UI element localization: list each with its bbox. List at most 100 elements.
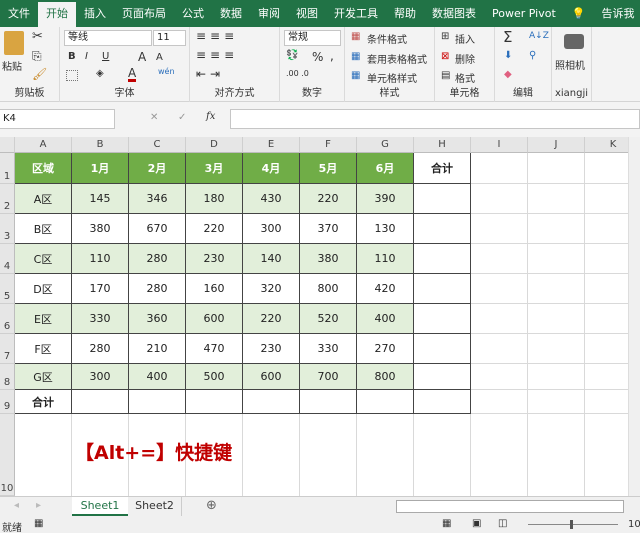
cell[interactable]: 210 xyxy=(129,334,186,364)
cell[interactable]: 400 xyxy=(357,304,414,334)
zoom-slider-thumb[interactable] xyxy=(570,520,573,529)
cell[interactable] xyxy=(528,334,585,364)
cell[interactable]: 390 xyxy=(357,184,414,214)
normal-view-icon[interactable]: ▦ xyxy=(442,518,451,529)
delete-cells-button[interactable]: 删除 xyxy=(455,51,475,66)
cell[interactable]: 430 xyxy=(243,184,300,214)
cell[interactable]: 330 xyxy=(300,334,357,364)
vertical-align-icons[interactable]: ≡≡≡ xyxy=(196,29,238,43)
cell[interactable] xyxy=(471,334,528,364)
menu-tab[interactable]: 审阅 xyxy=(250,0,288,27)
column-header[interactable]: B xyxy=(72,137,129,153)
cell[interactable] xyxy=(528,214,585,244)
cell[interactable] xyxy=(414,390,471,414)
menu-tab[interactable]: 页面布局 xyxy=(114,0,174,27)
insert-cells-button[interactable]: 插入 xyxy=(455,31,475,46)
menu-tab[interactable]: 插入 xyxy=(76,0,114,27)
cell[interactable]: F区 xyxy=(15,334,72,364)
cell[interactable]: 合计 xyxy=(15,390,72,414)
table-header-cell[interactable]: 5月 xyxy=(300,153,357,184)
column-header[interactable]: D xyxy=(186,137,243,153)
cell[interactable]: 220 xyxy=(186,214,243,244)
currency-icon[interactable]: 💱 xyxy=(286,50,298,61)
cell[interactable] xyxy=(414,304,471,334)
column-header[interactable]: C xyxy=(129,137,186,153)
row-header[interactable]: 10 xyxy=(0,414,15,496)
row-header[interactable]: 4 xyxy=(0,244,15,274)
cell[interactable]: 280 xyxy=(129,244,186,274)
cell[interactable] xyxy=(528,274,585,304)
cell[interactable]: 300 xyxy=(72,364,129,390)
cell[interactable] xyxy=(72,390,129,414)
border-icon[interactable] xyxy=(66,70,78,81)
cell[interactable]: 470 xyxy=(186,334,243,364)
table-header-cell[interactable]: 区域 xyxy=(15,153,72,184)
cell[interactable] xyxy=(585,304,628,334)
autosum-button[interactable]: Σ xyxy=(503,28,512,46)
font-name-select[interactable]: 等线 xyxy=(64,30,152,46)
cell[interactable] xyxy=(243,414,300,496)
row-header[interactable]: 5 xyxy=(0,274,15,304)
lightbulb-icon[interactable]: 💡 xyxy=(564,0,594,27)
row-header[interactable]: 8 xyxy=(0,364,15,390)
cell[interactable]: 700 xyxy=(300,364,357,390)
cell[interactable]: 220 xyxy=(300,184,357,214)
cell[interactable]: 520 xyxy=(300,304,357,334)
page-break-icon[interactable]: ◫ xyxy=(498,518,507,529)
cell[interactable]: 170 xyxy=(72,274,129,304)
cell[interactable] xyxy=(528,184,585,214)
font-size-select[interactable]: 11 xyxy=(153,30,186,46)
cell[interactable] xyxy=(585,364,628,390)
column-header[interactable]: F xyxy=(300,137,357,153)
cell[interactable]: 670 xyxy=(129,214,186,244)
menu-tab[interactable]: 开始 xyxy=(38,2,76,29)
conditional-format-button[interactable]: 条件格式 xyxy=(367,31,407,46)
cell[interactable]: 800 xyxy=(357,364,414,390)
cancel-icon[interactable]: ✕ xyxy=(150,112,158,123)
column-header[interactable]: H xyxy=(414,137,471,153)
cell[interactable] xyxy=(528,364,585,390)
vertical-scrollbar[interactable] xyxy=(628,137,640,496)
cell[interactable] xyxy=(471,414,528,496)
column-header[interactable]: A xyxy=(15,137,72,153)
cell[interactable]: B区 xyxy=(15,214,72,244)
tell-me-search[interactable]: 告诉我 xyxy=(593,0,640,27)
font-color-button[interactable]: A xyxy=(128,67,137,82)
cell[interactable]: 145 xyxy=(72,184,129,214)
cell[interactable]: 346 xyxy=(129,184,186,214)
copy-icon[interactable]: ⎘ xyxy=(32,49,42,64)
menu-tab[interactable]: 帮助 xyxy=(386,0,424,27)
cell[interactable] xyxy=(414,334,471,364)
paste-button[interactable]: 粘贴 xyxy=(2,58,22,73)
cell-styles-button[interactable]: 单元格样式 xyxy=(367,70,417,85)
cell[interactable]: 110 xyxy=(357,244,414,274)
menu-tab[interactable]: 视图 xyxy=(288,0,326,27)
format-as-table-button[interactable]: 套用表格格式 xyxy=(367,51,427,66)
cell[interactable]: 180 xyxy=(186,184,243,214)
cell[interactable]: D区 xyxy=(15,274,72,304)
cell[interactable]: G区 xyxy=(15,364,72,390)
table-header-cell[interactable]: 3月 xyxy=(186,153,243,184)
cell[interactable] xyxy=(357,414,414,496)
insert-function-button[interactable]: fx xyxy=(206,111,215,122)
sheet-tab-sheet2[interactable]: Sheet2 xyxy=(128,497,182,516)
cell[interactable]: 380 xyxy=(300,244,357,274)
cell[interactable]: 370 xyxy=(300,214,357,244)
fill-color-icon[interactable]: ◈ xyxy=(96,68,104,79)
cell[interactable] xyxy=(471,214,528,244)
column-header[interactable]: K xyxy=(585,137,628,153)
add-sheet-icon[interactable]: ⊕ xyxy=(206,498,217,513)
row-header[interactable]: 1 xyxy=(0,153,15,184)
sort-filter-icon[interactable]: A↓Z xyxy=(529,31,549,41)
cell[interactable]: 320 xyxy=(243,274,300,304)
cell[interactable] xyxy=(528,304,585,334)
cell[interactable] xyxy=(414,214,471,244)
column-header[interactable]: I xyxy=(471,137,528,153)
cell[interactable] xyxy=(471,390,528,414)
cell[interactable] xyxy=(414,184,471,214)
cell[interactable] xyxy=(585,214,628,244)
cell[interactable] xyxy=(129,390,186,414)
cell[interactable]: 110 xyxy=(72,244,129,274)
enter-icon[interactable]: ✓ xyxy=(178,112,186,123)
decimal-icons[interactable]: .00 .0 xyxy=(286,69,309,78)
